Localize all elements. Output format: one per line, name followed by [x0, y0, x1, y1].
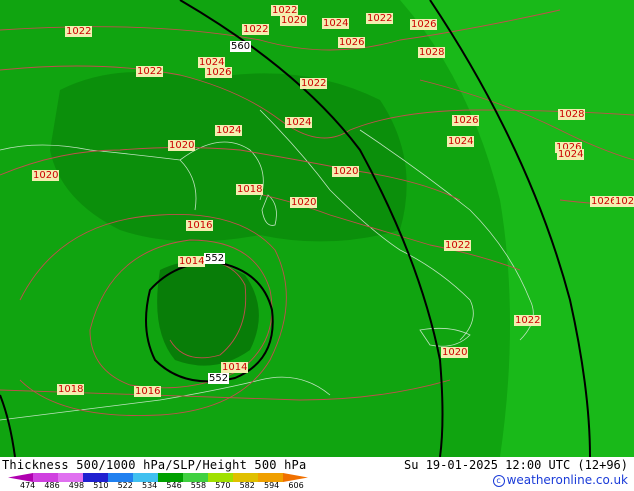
pressure-label: 1022 [300, 78, 328, 89]
legend-tick-label: 474 [20, 481, 36, 490]
pressure-label: 1022 [136, 66, 164, 77]
map-footer: Thickness 500/1000 hPa/SLP/Height 500 hP… [0, 457, 634, 490]
weather-map-panel: 1022 1020 1022 1024 1022 1026 1022 1022 … [0, 0, 634, 490]
pressure-label: 1020 [290, 197, 318, 208]
thickness-label: 560 [230, 41, 252, 52]
pressure-label: 1024 [285, 117, 313, 128]
pressure-label: 1022 [65, 26, 93, 37]
pressure-label: 1022 [444, 240, 472, 251]
legend-tick-label: 522 [117, 481, 133, 490]
legend-tick-label: 594 [264, 481, 280, 490]
core-thickness-zone [157, 261, 259, 366]
pressure-label: 1026 [205, 67, 233, 78]
pressure-label: 1024 [322, 18, 350, 29]
thickness-label: 552 [204, 253, 226, 264]
pressure-label: 1018 [236, 184, 264, 195]
legend-tick-label: 510 [93, 481, 109, 490]
pressure-label: 1020 [168, 140, 196, 151]
legend-tick-label: 570 [215, 481, 231, 490]
pressure-label: 1026 [410, 19, 438, 30]
legend-tick-label: 606 [288, 481, 304, 490]
legend-tick-label: 486 [44, 481, 60, 490]
pressure-label: 1022 [514, 315, 542, 326]
pressure-label: 1024 [557, 149, 585, 160]
credit-link[interactable]: c weatheronline.co.uk [492, 473, 628, 487]
pressure-label: 1028 [418, 47, 446, 58]
copyright-icon: c [492, 475, 505, 487]
pressure-label: 1026 [452, 115, 480, 126]
pressure-label: 1026 [614, 196, 634, 207]
pressure-label: 1024 [215, 125, 243, 136]
thickness-map [0, 0, 634, 457]
legend-tick-label: 558 [190, 481, 207, 490]
pressure-label: 1014 [178, 256, 206, 267]
pressure-label: 1020 [32, 170, 60, 181]
legend-tick-label: 534 [142, 481, 158, 490]
legend-tick-label: 546 [166, 481, 182, 490]
pressure-label: 1022 [366, 13, 394, 24]
legend-tick-label: 582 [239, 481, 255, 490]
pressure-label: 1016 [186, 220, 214, 231]
map-valid-time: Su 19-01-2025 12:00 UTC (12+96) [404, 458, 628, 472]
pressure-label: 1018 [57, 384, 85, 395]
pressure-label: 1028 [558, 109, 586, 120]
pressure-label: 1014 [221, 362, 249, 373]
pressure-label: 1026 [338, 37, 366, 48]
credit-text: weatheronline.co.uk [506, 473, 628, 487]
pressure-label: 1024 [447, 136, 475, 147]
thickness-label: 552 [208, 373, 230, 384]
pressure-label: 1016 [134, 386, 162, 397]
map-title: Thickness 500/1000 hPa/SLP/Height 500 hP… [2, 458, 307, 472]
pressure-label: 1020 [332, 166, 360, 177]
pressure-label: 1020 [280, 15, 308, 26]
legend-tick-label: 498 [68, 481, 85, 490]
inner-thickness-zone [50, 72, 407, 242]
pressure-label: 1020 [441, 347, 469, 358]
pressure-label: 1022 [242, 24, 270, 35]
